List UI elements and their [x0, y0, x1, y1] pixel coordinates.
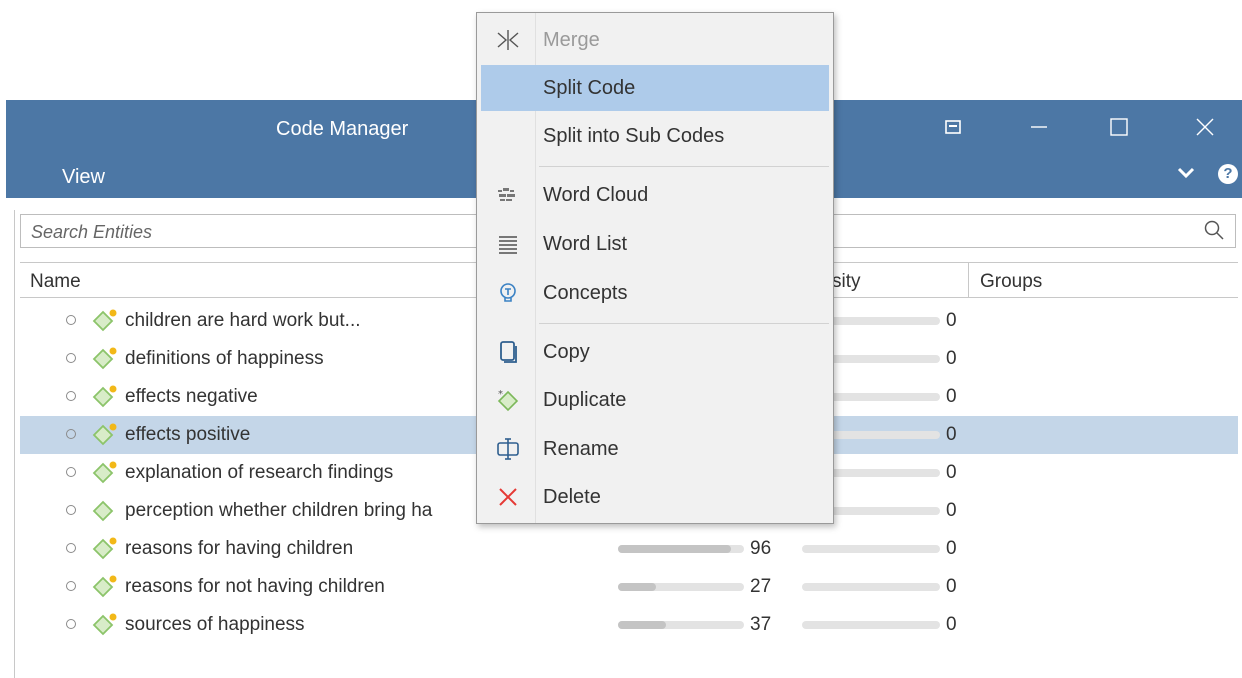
- panel-edge: [14, 210, 15, 678]
- code-label: perception whether children bring ha: [125, 500, 433, 521]
- grounded-bar: [618, 621, 744, 629]
- code-icon: [92, 612, 120, 643]
- table-row[interactable]: sources of happiness 37 0: [20, 606, 1238, 644]
- code-label: children are hard work but...: [125, 310, 361, 331]
- menu-item-word-list[interactable]: Word List: [481, 221, 829, 267]
- density-value: 0: [946, 310, 957, 331]
- column-separator[interactable]: [968, 263, 969, 297]
- grounded-bar: [618, 583, 744, 591]
- menu-label-duplicate: Duplicate: [543, 389, 627, 411]
- menu-item-split-sub-codes[interactable]: Split into Sub Codes: [481, 113, 829, 159]
- density-value: 0: [946, 462, 957, 483]
- grounded-value: 27: [750, 576, 772, 597]
- code-icon: [92, 346, 120, 377]
- menu-item-rename[interactable]: Rename: [481, 426, 829, 472]
- menu-label-split-code: Split Code: [543, 77, 636, 99]
- word-cloud-icon: [495, 182, 521, 208]
- menu-item-duplicate[interactable]: * Duplicate: [481, 377, 829, 423]
- merge-icon: [495, 27, 521, 53]
- menu-label-word-list: Word List: [543, 233, 628, 255]
- copy-icon: [495, 339, 521, 365]
- search-placeholder: Search Entities: [31, 222, 153, 242]
- menu-item-delete[interactable]: Delete: [481, 474, 829, 520]
- table-row[interactable]: reasons for having children 96 0: [20, 530, 1238, 568]
- radio-icon[interactable]: [66, 543, 76, 553]
- table-row[interactable]: reasons for not having children 27 0: [20, 568, 1238, 606]
- radio-icon[interactable]: [66, 391, 76, 401]
- code-icon: [92, 308, 120, 339]
- context-menu: Merge Split Code Split into Sub Codes Wo…: [476, 12, 834, 524]
- minimize-button[interactable]: [1024, 112, 1054, 142]
- radio-icon[interactable]: [66, 467, 76, 477]
- grounded-bar-fill: [618, 545, 731, 553]
- code-icon: [92, 460, 120, 491]
- menu-label-rename: Rename: [543, 438, 619, 460]
- code-icon: [92, 498, 120, 529]
- menu-label-copy: Copy: [543, 341, 590, 363]
- chevron-down-icon[interactable]: [1176, 162, 1196, 188]
- radio-icon[interactable]: [66, 429, 76, 439]
- svg-text:*: *: [498, 389, 503, 400]
- density-bar: [802, 545, 940, 553]
- minimize-panel-icon[interactable]: [938, 112, 968, 142]
- menu-item-concepts[interactable]: Concepts: [481, 270, 829, 316]
- code-label: explanation of research findings: [125, 462, 394, 483]
- density-value: 0: [946, 500, 957, 521]
- menu-item-word-cloud[interactable]: Word Cloud: [481, 172, 829, 218]
- density-bar: [802, 621, 940, 629]
- menu-item-copy[interactable]: Copy: [481, 329, 829, 375]
- maximize-button[interactable]: [1104, 112, 1134, 142]
- rename-icon: [495, 436, 521, 462]
- radio-icon[interactable]: [66, 505, 76, 515]
- density-value: 0: [946, 386, 957, 407]
- menu-label-merge: Merge: [543, 29, 600, 51]
- word-list-icon: [495, 231, 521, 257]
- code-icon: [92, 574, 120, 605]
- code-label: definitions of happiness: [125, 348, 324, 369]
- menu-label-concepts: Concepts: [543, 282, 628, 304]
- duplicate-code-icon: *: [495, 387, 521, 413]
- menu-label-word-cloud: Word Cloud: [543, 184, 649, 206]
- column-density[interactable]: sity: [832, 271, 861, 293]
- code-icon: [92, 536, 120, 567]
- radio-icon[interactable]: [66, 353, 76, 363]
- window-title: Code Manager: [276, 118, 409, 140]
- code-label: reasons for not having children: [125, 576, 385, 597]
- lightbulb-icon: [495, 280, 521, 306]
- grounded-bar-fill: [618, 583, 656, 591]
- column-name[interactable]: Name: [30, 271, 81, 293]
- close-button[interactable]: [1190, 112, 1220, 142]
- code-label: effects positive: [125, 424, 251, 445]
- density-bar: [802, 583, 940, 591]
- code-icon: [92, 384, 120, 415]
- radio-icon[interactable]: [66, 619, 76, 629]
- menu-item-merge[interactable]: Merge: [481, 17, 829, 63]
- view-menu[interactable]: View: [62, 166, 105, 189]
- column-groups[interactable]: Groups: [980, 271, 1042, 293]
- radio-icon[interactable]: [66, 315, 76, 325]
- density-value: 0: [946, 576, 957, 597]
- menu-separator: [539, 323, 829, 324]
- grounded-bar-fill: [618, 621, 666, 629]
- menu-item-split-code[interactable]: Split Code: [481, 65, 829, 111]
- delete-icon: [495, 484, 521, 510]
- code-label: sources of happiness: [125, 614, 305, 635]
- density-value: 0: [946, 538, 957, 559]
- radio-icon[interactable]: [66, 581, 76, 591]
- menu-label-delete: Delete: [543, 486, 601, 508]
- search-icon[interactable]: [1203, 219, 1225, 246]
- code-label: reasons for having children: [125, 538, 354, 559]
- menu-label-split-sub: Split into Sub Codes: [543, 125, 725, 147]
- grounded-value: 37: [750, 614, 772, 635]
- density-value: 0: [946, 614, 957, 635]
- help-icon[interactable]: ?: [1218, 164, 1238, 184]
- code-label: effects negative: [125, 386, 258, 407]
- density-value: 0: [946, 348, 957, 369]
- code-icon: [92, 422, 120, 453]
- menu-separator: [539, 166, 829, 167]
- grounded-bar: [618, 545, 744, 553]
- density-value: 0: [946, 424, 957, 445]
- grounded-value: 96: [750, 538, 772, 559]
